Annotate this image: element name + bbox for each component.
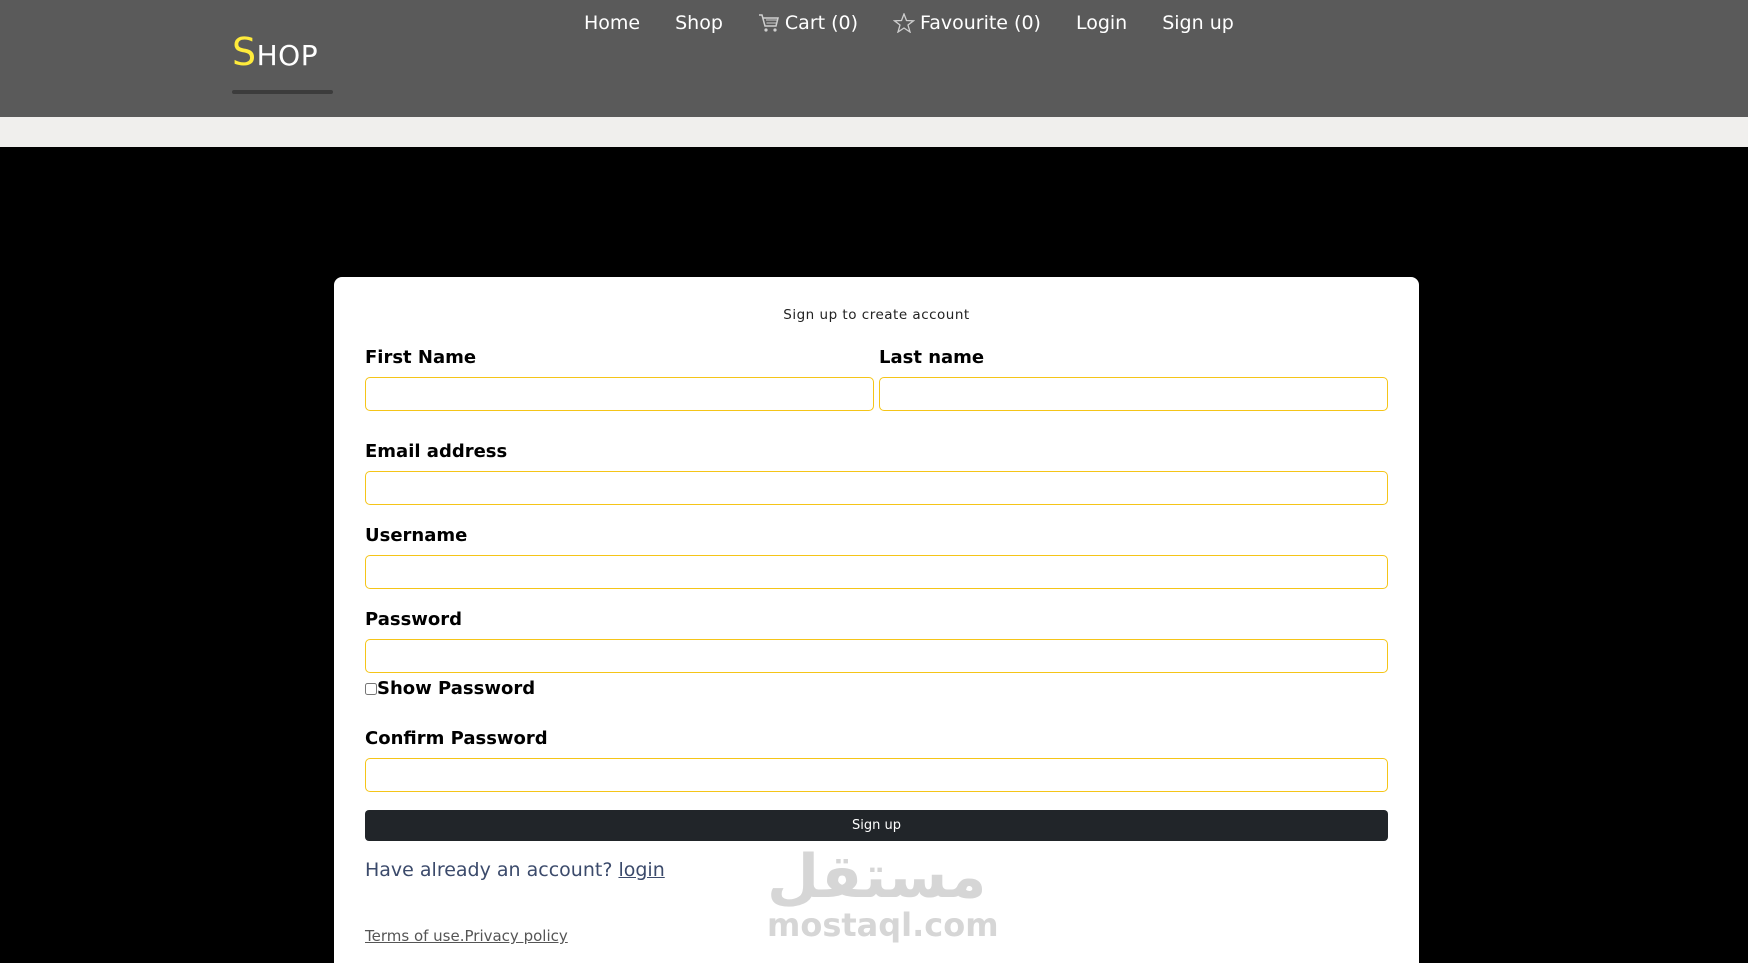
nav-cart[interactable]: Cart (0): [758, 12, 858, 34]
nav-shop-label: Shop: [675, 12, 723, 34]
nav-cart-label: Cart (0): [784, 12, 859, 34]
privacy-link[interactable]: Privacy policy: [465, 927, 568, 945]
confirm-password-field[interactable]: [365, 758, 1388, 792]
username-field[interactable]: [365, 555, 1388, 589]
email-label: Email address: [365, 441, 508, 462]
confirm-password-label: Confirm Password: [365, 728, 548, 749]
login-prompt: Have already an account? login: [365, 859, 665, 881]
first-name-field[interactable]: [365, 377, 874, 411]
star-icon: [893, 13, 916, 33]
show-password-row: Show Password: [365, 678, 535, 699]
nav-signup[interactable]: Sign up: [1162, 12, 1234, 34]
signup-card: Sign up to create account First Name Las…: [334, 277, 1419, 963]
site-logo[interactable]: SHOP: [232, 30, 318, 74]
password-field[interactable]: [365, 639, 1388, 673]
email-field[interactable]: [365, 471, 1388, 505]
cart-icon: [758, 14, 779, 32]
site-header: SHOP Home Shop Cart (0) Favourite (0) Lo…: [0, 0, 1748, 117]
signup-button[interactable]: Sign up: [365, 810, 1388, 841]
show-password-label[interactable]: Show Password: [377, 678, 535, 699]
logo-first-letter: S: [232, 30, 257, 74]
logo-underline: [232, 90, 333, 94]
logo-text: HOP: [256, 39, 319, 72]
nav-shop[interactable]: Shop: [675, 12, 723, 34]
legal-links: Terms of use.Privacy policy: [365, 927, 568, 945]
nav-favourite[interactable]: Favourite (0): [893, 12, 1041, 34]
header-strip: [0, 117, 1748, 147]
nav-home-label: Home: [584, 12, 641, 34]
login-prompt-text: Have already an account?: [365, 859, 613, 881]
nav-favourite-label: Favourite (0): [920, 12, 1041, 34]
last-name-field[interactable]: [879, 377, 1388, 411]
password-label: Password: [365, 609, 463, 630]
last-name-label: Last name: [879, 347, 985, 368]
first-name-label: First Name: [365, 347, 477, 368]
nav-signup-label: Sign up: [1162, 12, 1234, 34]
username-label: Username: [365, 525, 468, 546]
show-password-checkbox[interactable]: [365, 682, 377, 695]
nav-login-label: Login: [1075, 12, 1128, 34]
login-link[interactable]: login: [618, 859, 664, 881]
nav-login[interactable]: Login: [1076, 12, 1127, 34]
nav-home[interactable]: Home: [584, 12, 640, 34]
terms-link[interactable]: Terms of use.: [365, 927, 465, 945]
form-title: Sign up to create account: [783, 307, 970, 323]
main-nav: Home Shop Cart (0) Favourite (0) Login S…: [584, 12, 1269, 34]
